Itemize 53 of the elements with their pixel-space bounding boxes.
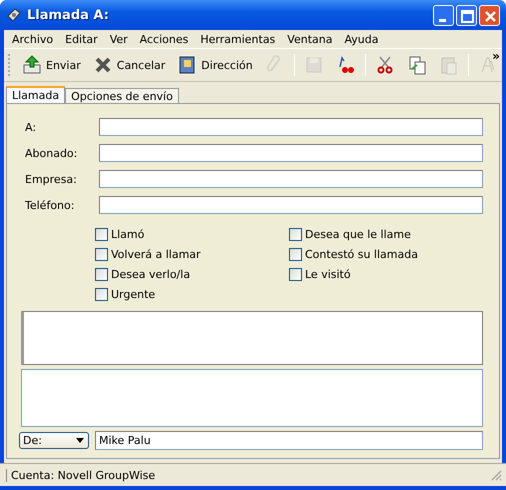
- checkbox-label: Le visitó: [305, 268, 351, 281]
- checkbox-label: Urgente: [111, 288, 156, 301]
- field-label: A:: [24, 120, 38, 134]
- status-text: Cuenta: Novell GroupWise: [6, 468, 490, 482]
- menu-item[interactable]: Editar: [59, 32, 104, 46]
- checkbox-label: Volverá a llamar: [111, 248, 201, 261]
- checkbox[interactable]: [95, 268, 108, 281]
- menu-item[interactable]: Ayuda: [338, 32, 384, 46]
- maximize-button[interactable]: [456, 4, 477, 26]
- checkbox-label: Contestó su llamada: [305, 248, 418, 261]
- toolbar-button[interactable]: Dirección: [171, 53, 259, 77]
- dropdown[interactable]: De:: [19, 432, 89, 449]
- menu-item[interactable]: Archivo: [6, 32, 60, 46]
- checkbox-label: Desea verlo/la: [111, 268, 190, 281]
- tab[interactable]: Llamada: [6, 86, 66, 103]
- menu-item[interactable]: Acciones: [134, 32, 194, 46]
- checkbox-label: Llamó: [111, 228, 144, 241]
- copy-icon: [406, 55, 427, 75]
- sender-field[interactable]: Mike Palu: [95, 431, 483, 450]
- checkbox[interactable]: [289, 228, 302, 241]
- tab[interactable]: Opciones de envío: [65, 88, 179, 103]
- field-label: Abonado:: [24, 146, 78, 160]
- input-field[interactable]: [99, 118, 483, 136]
- input-field[interactable]: [99, 196, 483, 214]
- input-field[interactable]: [99, 144, 483, 162]
- checkbox[interactable]: [95, 248, 108, 261]
- close-button[interactable]: [479, 4, 500, 26]
- field-label: Teléfono:: [24, 198, 76, 212]
- window-title: Llamada A:: [27, 8, 110, 22]
- overflow-button[interactable]: »: [492, 49, 500, 63]
- menu-item[interactable]: Ver: [104, 32, 134, 46]
- send-icon: [22, 55, 42, 75]
- address-book-icon: [177, 55, 198, 75]
- dropdown-arrow-icon: [76, 438, 84, 443]
- checkbox[interactable]: [289, 248, 302, 261]
- toolbar-button[interactable]: Enviar: [16, 53, 87, 77]
- checkbox-label: Desea que le llame: [305, 228, 411, 241]
- resize-grip-icon: [490, 469, 502, 481]
- minimize-icon: [439, 18, 446, 22]
- field-label: Empresa:: [24, 172, 78, 186]
- menu-item[interactable]: Herramientas: [194, 32, 282, 46]
- close-icon: [92, 55, 113, 75]
- checkbox[interactable]: [95, 228, 108, 241]
- minimize-button[interactable]: [433, 4, 454, 26]
- message-area[interactable]: [21, 369, 483, 427]
- checkbox[interactable]: [95, 288, 108, 301]
- toolbar-button[interactable]: Cancelar: [86, 53, 172, 77]
- checkbox[interactable]: [289, 268, 302, 281]
- input-field[interactable]: [99, 170, 483, 188]
- message-box[interactable]: [21, 311, 483, 365]
- clipboard-icon: [438, 55, 459, 75]
- menu-item[interactable]: Ventana: [281, 32, 338, 46]
- scissors-icon: [374, 55, 395, 75]
